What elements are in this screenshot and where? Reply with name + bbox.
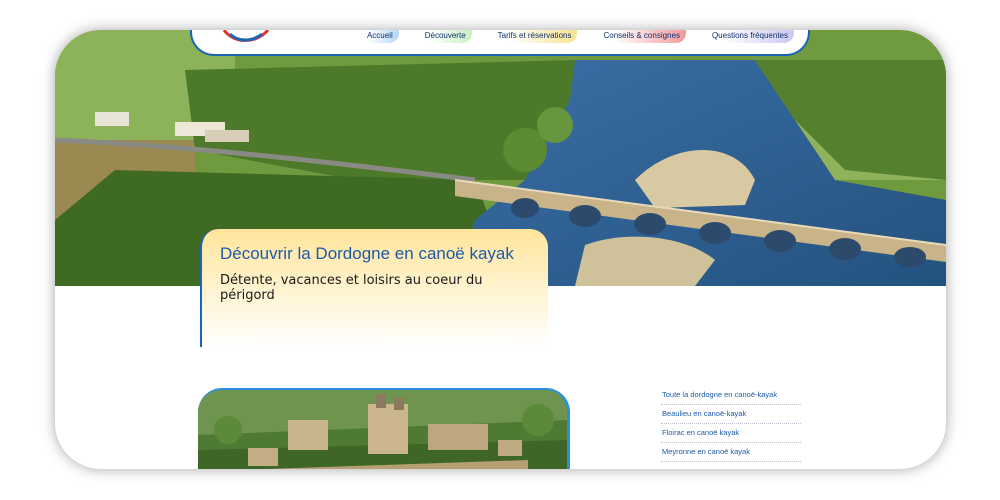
page-subtitle: Détente, vacances et loisirs au coeur du…	[220, 273, 483, 303]
feature-image[interactable]	[198, 388, 570, 469]
link-meyronne[interactable]: Meyronne en canoë kayak	[661, 443, 801, 462]
link-toute-la-dordogne[interactable]: Toute la dordogne en canoë-kayak	[661, 386, 801, 405]
nav-tarifs-reservations[interactable]: Tarifs et réservations	[491, 30, 578, 43]
page: Accueil Découverte Tarifs et réservation…	[0, 0, 1000, 500]
nav-conseils-consignes[interactable]: Conseils & consignes	[597, 30, 686, 43]
site-header: Accueil Découverte Tarifs et réservation…	[190, 30, 810, 56]
hero-title-box: Découvrir la Dordogne en canoë kayak Dét…	[200, 229, 548, 347]
chateau-photo	[198, 390, 567, 469]
site-logo[interactable]	[222, 30, 272, 46]
nav-accueil[interactable]: Accueil	[360, 30, 399, 43]
link-beaulieu[interactable]: Beaulieu en canoë-kayak	[661, 405, 801, 424]
main-navigation: Accueil Découverte Tarifs et réservation…	[360, 30, 794, 43]
nav-questions-frequentes[interactable]: Questions fréquentes	[705, 30, 794, 43]
browser-viewport: Accueil Découverte Tarifs et réservation…	[55, 30, 946, 469]
sidebar-link-list: Toute la dordogne en canoë-kayak Beaulie…	[661, 386, 801, 462]
link-floirac[interactable]: Floirac en canoë kayak	[661, 424, 801, 443]
nav-decouverte[interactable]: Découverte	[418, 30, 472, 43]
page-title: Découvrir la Dordogne en canoë kayak	[220, 244, 514, 263]
